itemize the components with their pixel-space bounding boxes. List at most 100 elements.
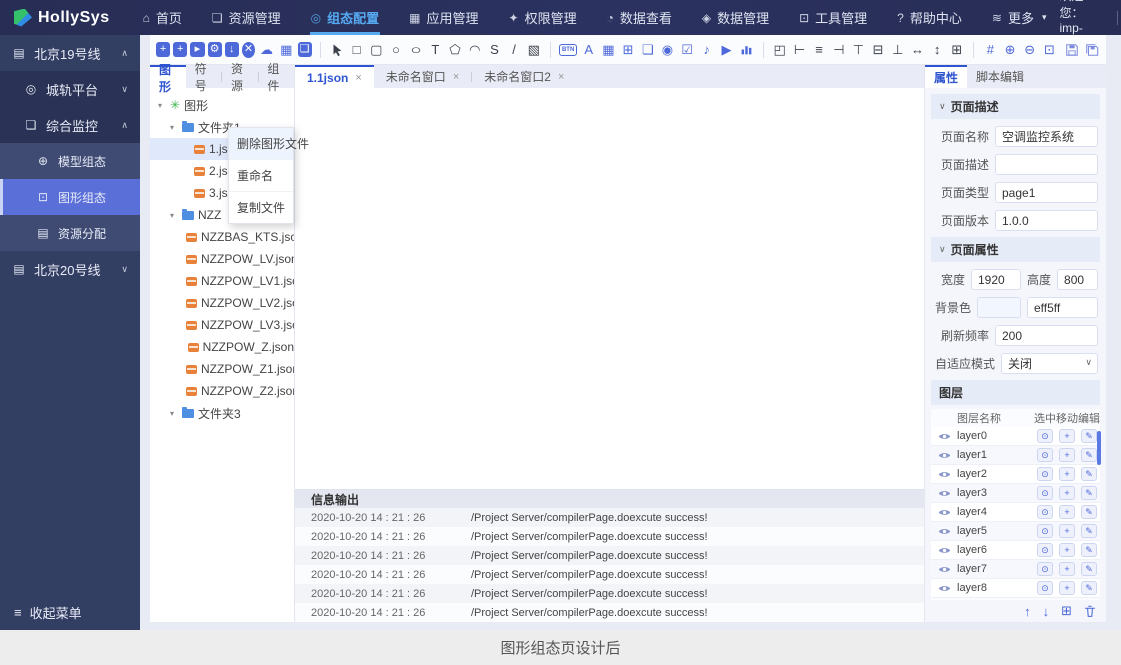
- eye-icon[interactable]: [931, 546, 957, 555]
- page-version-input[interactable]: [995, 210, 1098, 231]
- center-page-button[interactable]: ⊞: [949, 40, 966, 60]
- nav-item-tools[interactable]: ⊡工具管理: [786, 0, 880, 35]
- tree-node-nzzpow-z1[interactable]: NZZPOW_Z1.json: [150, 358, 294, 380]
- add-file-button[interactable]: +: [173, 42, 187, 57]
- checkbox-widget-tool[interactable]: ☑: [679, 40, 696, 60]
- align-top-button[interactable]: ⊤: [850, 40, 867, 60]
- layer-select-button[interactable]: ⊙: [1037, 562, 1053, 576]
- layer-add-button[interactable]: ⊞: [1061, 603, 1072, 619]
- distribute-h-button[interactable]: ↔: [909, 40, 926, 60]
- eye-icon[interactable]: [931, 565, 957, 574]
- radio-widget-tool[interactable]: ◉: [659, 40, 676, 60]
- eye-icon[interactable]: [931, 489, 957, 498]
- grid-toggle-button[interactable]: #: [982, 40, 999, 60]
- layer-edit-button[interactable]: ✎: [1081, 505, 1097, 519]
- circle-tool[interactable]: ○: [388, 40, 405, 60]
- layer-edit-button[interactable]: ✎: [1081, 429, 1097, 443]
- layer-move-button[interactable]: +: [1059, 505, 1075, 519]
- audio-widget-tool[interactable]: ♪: [698, 40, 715, 60]
- layer-row[interactable]: layer1⊙+✎: [931, 446, 1100, 465]
- eye-icon[interactable]: [931, 527, 957, 536]
- tab-symbols[interactable]: 符号: [186, 65, 222, 88]
- adaptive-mode-select[interactable]: ∨: [1001, 353, 1098, 374]
- layer-select-button[interactable]: ⊙: [1037, 467, 1053, 481]
- layer-edit-button[interactable]: ✎: [1081, 581, 1097, 595]
- layer-row[interactable]: layer7⊙+✎: [931, 560, 1100, 579]
- layer-row[interactable]: layer3⊙+✎: [931, 484, 1100, 503]
- sidebar-item-resource-alloc[interactable]: ▤ 资源分配: [0, 215, 140, 251]
- refresh-rate-input[interactable]: [995, 325, 1098, 346]
- video-widget-tool[interactable]: ▶: [718, 40, 735, 60]
- align-right-button[interactable]: ⊣: [830, 40, 847, 60]
- layer-edit-button[interactable]: ✎: [1081, 448, 1097, 462]
- layer-select-button[interactable]: ⊙: [1037, 429, 1053, 443]
- layer-edit-button[interactable]: ✎: [1081, 524, 1097, 538]
- layer-select-button[interactable]: ⊙: [1037, 524, 1053, 538]
- tab-script-editor[interactable]: 脚本编辑: [967, 65, 1033, 88]
- layer-move-button[interactable]: +: [1059, 486, 1075, 500]
- textfield-widget-tool[interactable]: A: [580, 40, 597, 60]
- transform-button[interactable]: ◰: [771, 40, 788, 60]
- layer-move-button[interactable]: +: [1059, 429, 1075, 443]
- layer-row[interactable]: layer0⊙+✎: [931, 427, 1100, 446]
- import-button[interactable]: ↓: [225, 42, 239, 57]
- layer-up-button[interactable]: ↑: [1024, 604, 1031, 619]
- tree-node-nzzpow-z2[interactable]: NZZPOW_Z2.json: [150, 380, 294, 402]
- arc-tool[interactable]: ◠: [466, 40, 483, 60]
- tree-node-nzzpow-lv3[interactable]: NZZPOW_LV3.json: [150, 314, 294, 336]
- layer-move-button[interactable]: +: [1059, 581, 1075, 595]
- ellipse-tool[interactable]: ○: [407, 40, 424, 60]
- sidebar-item-monitor[interactable]: ❏ 综合监控 ∧: [0, 107, 140, 143]
- context-menu-delete[interactable]: 删除图形文件: [229, 128, 293, 160]
- section-layers[interactable]: 图层: [931, 380, 1100, 405]
- window-widget-tool[interactable]: ⊞: [620, 40, 637, 60]
- tree-node-folder3[interactable]: ▾文件夹3: [150, 402, 294, 424]
- distribute-v-button[interactable]: ↕: [929, 40, 946, 60]
- layer-row[interactable]: layer6⊙+✎: [931, 541, 1100, 560]
- scrollbar-thumb[interactable]: [1097, 431, 1101, 465]
- line-tool[interactable]: /: [506, 40, 523, 60]
- bg-color-input[interactable]: [1027, 297, 1098, 318]
- context-menu-copy[interactable]: 复制文件: [229, 192, 293, 223]
- layer-edit-button[interactable]: ✎: [1081, 543, 1097, 557]
- align-left-button[interactable]: ⊢: [791, 40, 808, 60]
- close-icon[interactable]: ×: [453, 71, 459, 83]
- add-folder-button[interactable]: +: [156, 42, 170, 57]
- layer-row[interactable]: layer5⊙+✎: [931, 522, 1100, 541]
- bg-color-swatch[interactable]: [977, 297, 1021, 318]
- nav-item-more[interactable]: ≋更多▾: [979, 0, 1060, 35]
- page-width-input[interactable]: [971, 269, 1021, 290]
- fit-view-button[interactable]: ⊡: [1041, 40, 1058, 60]
- section-page-description[interactable]: ∨ 页面描述: [931, 94, 1100, 119]
- table-widget-tool[interactable]: ▦: [600, 40, 617, 60]
- layer-row[interactable]: layer2⊙+✎: [931, 465, 1100, 484]
- rounded-rect-tool[interactable]: ▢: [368, 40, 385, 60]
- align-center-button[interactable]: ≡: [811, 40, 828, 60]
- layer-move-button[interactable]: +: [1059, 543, 1075, 557]
- page-height-input[interactable]: [1057, 269, 1098, 290]
- chart-widget-tool[interactable]: [738, 40, 755, 60]
- tree-node-nzzpow-lv1[interactable]: NZZPOW_LV1.json: [150, 270, 294, 292]
- save-all-button[interactable]: [1083, 40, 1100, 60]
- nav-item-help[interactable]: ?帮助中心: [884, 0, 975, 35]
- align-bottom-button[interactable]: ⊥: [889, 40, 906, 60]
- sidebar-item-graphic-config[interactable]: ⊡ 图形组态: [0, 179, 140, 215]
- canvas-tab-1json[interactable]: 1.1json ×: [295, 65, 374, 88]
- eye-icon[interactable]: [931, 508, 957, 517]
- layer-select-button[interactable]: ⊙: [1037, 543, 1053, 557]
- layer-edit-button[interactable]: ✎: [1081, 467, 1097, 481]
- open-folder-button[interactable]: ▸: [190, 42, 204, 57]
- tree-node-nzzpow-z[interactable]: NZZPOW_Z.json: [150, 336, 294, 358]
- layer-row[interactable]: layer8⊙+✎: [931, 579, 1100, 598]
- eye-icon[interactable]: [931, 584, 957, 593]
- sidebar-item-platform[interactable]: ◎ 城轨平台 ∨: [0, 71, 140, 107]
- context-menu-rename[interactable]: 重命名: [229, 160, 293, 192]
- rect-tool[interactable]: □: [348, 40, 365, 60]
- copy-widget-tool[interactable]: ❏: [639, 40, 656, 60]
- tab-components[interactable]: 组件: [258, 65, 294, 88]
- layer-down-button[interactable]: ↓: [1043, 604, 1050, 619]
- nav-item-resource-mgmt[interactable]: ❏资源管理: [199, 0, 294, 35]
- canvas-tab-unnamed2[interactable]: 未命名窗口2 ×: [472, 65, 576, 88]
- layer-delete-button[interactable]: [1084, 605, 1096, 618]
- layer-move-button[interactable]: +: [1059, 524, 1075, 538]
